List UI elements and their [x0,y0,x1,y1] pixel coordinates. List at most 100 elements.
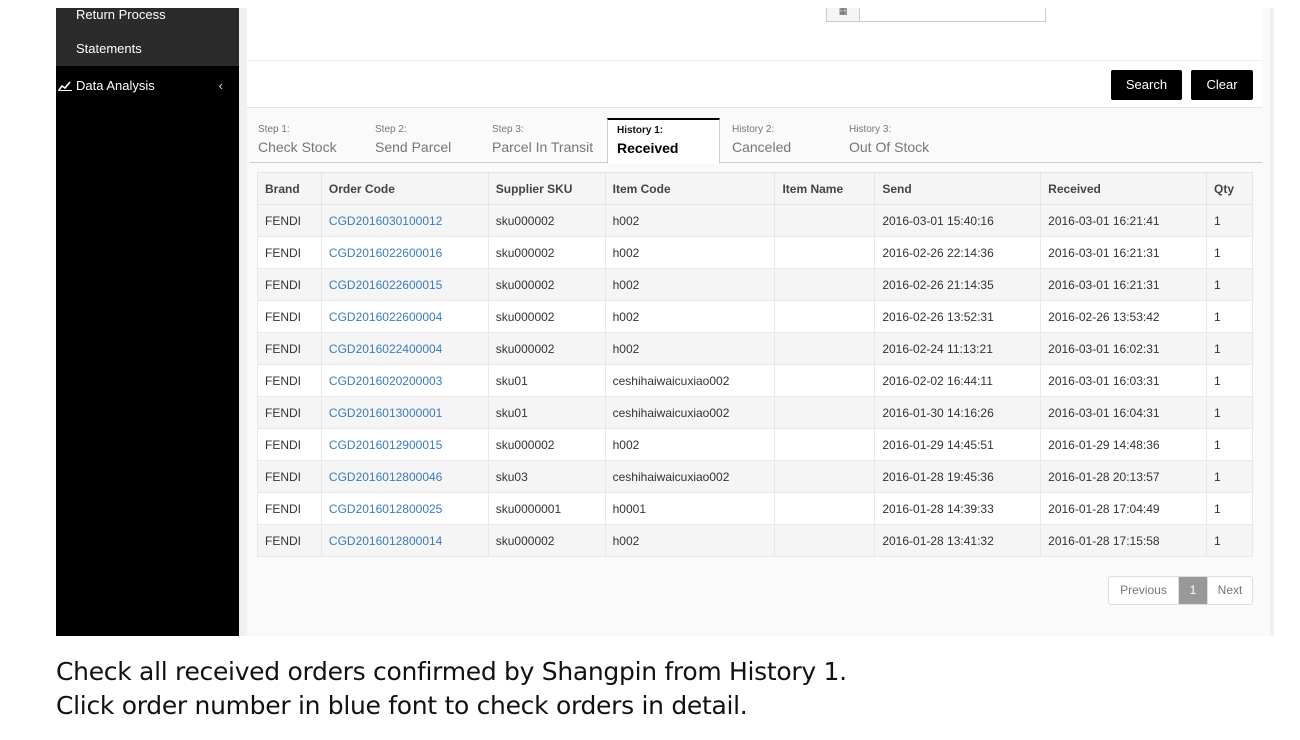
sidebar-item-data-analysis[interactable]: Data Analysis ‹ [56,69,239,103]
column-header-supplier-sku[interactable]: Supplier SKU [487,172,606,205]
cell-supplier-sku: sku01 [487,364,606,397]
order-code-link[interactable]: CGD2016022600015 [320,268,489,301]
current-page-button[interactable]: 1 [1179,577,1207,604]
sidebar-item-statements[interactable]: Statements [56,32,239,66]
cell-supplier-sku: sku000002 [487,204,606,237]
cell-received: 2016-03-01 16:03:31 [1040,364,1207,397]
cell-qty: 1 [1205,460,1254,493]
order-code-link[interactable]: CGD2016012800025 [320,492,489,525]
cell-item-name [774,268,876,301]
cell-item-name [774,364,876,397]
cell-brand: FENDI [257,396,322,429]
cell-received: 2016-01-28 17:04:49 [1040,492,1207,525]
tab-step-label: Step 1: [258,124,290,135]
tab-label: Send Parcel [375,139,452,155]
order-code-link[interactable]: CGD2016022600016 [320,236,489,269]
sidebar-item-return-process[interactable]: Return Process [56,8,239,32]
tab-label: Canceled [732,139,792,155]
tab-canceled[interactable]: History 2: Canceled [724,118,839,163]
table-body: FENDI CGD2016030100012 sku000002 h002 2016-0… [257,204,1254,557]
tab-check-stock[interactable]: Step 1: Check Stock [250,118,365,163]
cell-qty: 1 [1205,236,1254,269]
cell-qty: 1 [1205,300,1254,333]
clear-button[interactable]: Clear [1191,70,1253,100]
cell-send: 2016-01-28 13:41:32 [874,524,1042,557]
cell-item-code: h002 [604,300,776,333]
date-range-field[interactable]: ▦ [826,8,1046,22]
table-row: FENDI CGD2016022600004 sku000002 h002 2016-0… [257,300,1254,333]
cell-brand: FENDI [257,364,322,397]
search-button[interactable]: Search [1111,70,1182,100]
line-chart-icon [58,81,72,91]
cell-supplier-sku: sku03 [487,460,606,493]
column-header-qty[interactable]: Qty [1205,172,1254,205]
tab-send-parcel[interactable]: Step 2: Send Parcel [367,118,482,163]
table-row: FENDI CGD2016030100012 sku000002 h002 2016-0… [257,204,1254,237]
column-header-brand[interactable]: Brand [257,172,322,205]
cell-send: 2016-02-24 11:13:21 [874,332,1042,365]
column-header-item-name[interactable]: Item Name [774,172,876,205]
order-code-link[interactable]: CGD2016012900015 [320,428,489,461]
cell-received: 2016-03-01 16:04:31 [1040,396,1207,429]
table-row: FENDI CGD2016013000001 sku01 ceshihaiwaicux… [257,396,1254,429]
order-code-link[interactable]: CGD2016012800014 [320,524,489,557]
tab-label: Check Stock [258,139,337,155]
cell-received: 2016-03-01 16:21:31 [1040,268,1207,301]
tab-label: Out Of Stock [849,139,930,155]
tab-out-of-stock[interactable]: History 3: Out Of Stock [841,118,956,163]
cell-supplier-sku: sku01 [487,396,606,429]
cell-item-code: ceshihaiwaicuxiao002 [604,396,776,429]
cell-brand: FENDI [257,236,322,269]
table-row: FENDI CGD2016012800025 sku0000001 h0001 2016… [257,492,1254,525]
cell-item-name [774,428,876,461]
tab-parcel-in-transit[interactable]: Step 3: Parcel In Transit [484,118,599,163]
cell-received: 2016-03-01 16:21:41 [1040,204,1207,237]
order-code-link[interactable]: CGD2016022600004 [320,300,489,333]
next-page-button[interactable]: Next [1207,577,1252,604]
column-header-received[interactable]: Received [1040,172,1207,205]
cell-qty: 1 [1205,268,1254,301]
calendar-icon[interactable]: ▦ [827,8,860,21]
cell-item-name [774,492,876,525]
cell-brand: FENDI [257,332,322,365]
cell-supplier-sku: sku000002 [487,428,606,461]
cell-received: 2016-01-28 17:15:58 [1040,524,1207,557]
cell-send: 2016-02-26 21:14:35 [874,268,1042,301]
cell-item-code: ceshihaiwaicuxiao002 [604,460,776,493]
order-code-link[interactable]: CGD2016012800046 [320,460,489,493]
column-header-send[interactable]: Send [874,172,1042,205]
cell-item-code: h002 [604,524,776,557]
cell-supplier-sku: sku000002 [487,268,606,301]
order-code-link[interactable]: CGD2016022400004 [320,332,489,365]
previous-page-button[interactable]: Previous [1109,577,1179,604]
tab-label: Received [617,140,679,156]
order-code-link[interactable]: CGD2016013000001 [320,396,489,429]
cell-send: 2016-02-26 22:14:36 [874,236,1042,269]
cell-item-name [774,396,876,429]
column-header-order-code[interactable]: Order Code [320,172,489,205]
cell-brand: FENDI [257,524,322,557]
table-row: FENDI CGD2016012800014 sku000002 h002 2016-0… [257,524,1254,557]
tab-received[interactable]: History 1: Received [607,118,720,164]
cell-supplier-sku: sku000002 [487,524,606,557]
cell-item-name [774,524,876,557]
cell-supplier-sku: sku0000001 [487,492,606,525]
cell-qty: 1 [1205,428,1254,461]
cell-item-name [774,460,876,493]
table-row: FENDI CGD2016022400004 sku000002 h002 2016-0… [257,332,1254,365]
cell-brand: FENDI [257,268,322,301]
cell-received: 2016-02-26 13:53:42 [1040,300,1207,333]
app-screenshot: Return Process Statements Data Analysis … [56,8,1274,636]
cell-item-code: h002 [604,236,776,269]
cell-qty: 1 [1205,204,1254,237]
cell-send: 2016-03-01 15:40:16 [874,204,1042,237]
order-code-link[interactable]: CGD2016030100012 [320,204,489,237]
cell-item-code: h002 [604,204,776,237]
cell-received: 2016-01-29 14:48:36 [1040,428,1207,461]
filter-panel: ▦ Search Clear [247,8,1262,108]
tab-step-label: Step 3: [492,124,524,135]
chevron-left-icon[interactable]: ‹ [219,69,223,103]
cell-item-code: ceshihaiwaicuxiao002 [604,364,776,397]
column-header-item-code[interactable]: Item Code [604,172,776,205]
order-code-link[interactable]: CGD2016020200003 [320,364,489,397]
